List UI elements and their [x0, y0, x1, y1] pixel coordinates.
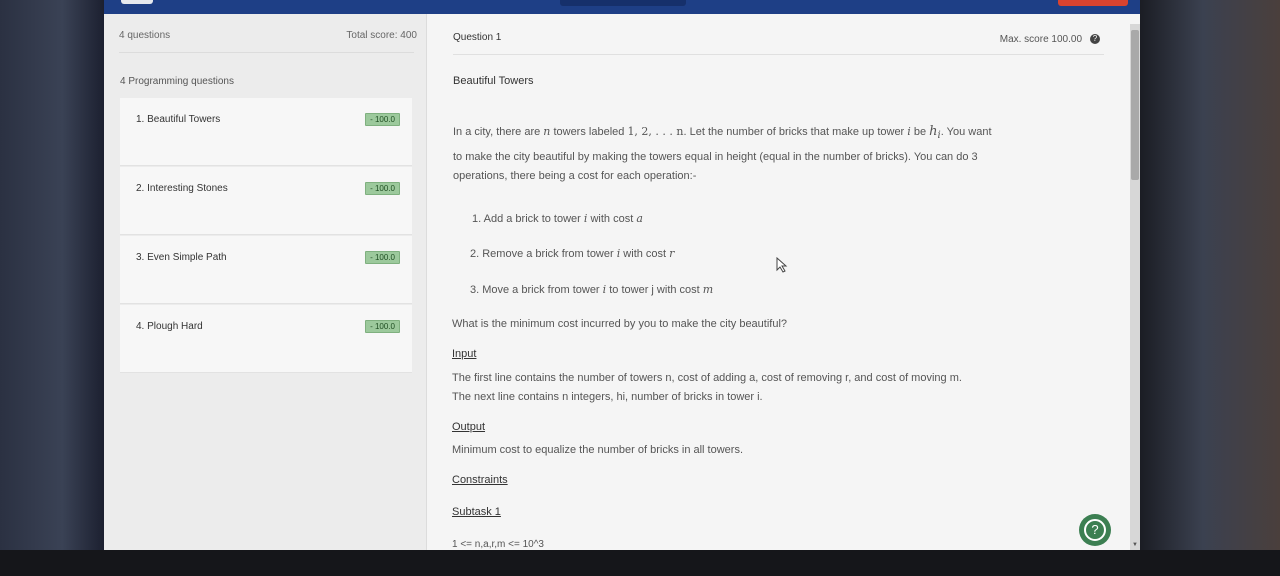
- input-line-2: The next line contains n integers, hi, n…: [452, 391, 763, 403]
- input-heading: Input: [452, 348, 477, 360]
- math-h: h: [929, 124, 938, 139]
- text: be: [910, 126, 930, 138]
- divider: [453, 54, 1104, 55]
- score-badge: - 100.0: [365, 182, 400, 195]
- text: In a city, there are: [453, 126, 544, 138]
- question-label: 2. Interesting Stones: [136, 183, 228, 194]
- info-icon[interactable]: ?: [1090, 34, 1100, 44]
- math-labels: 1, 2, . . . n: [627, 125, 684, 138]
- output-line: Minimum cost to equalize the number of b…: [452, 444, 744, 456]
- question-item-3[interactable]: 3. Even Simple Path - 100.0: [120, 236, 412, 304]
- background-bottom: [0, 550, 1280, 576]
- questions-count: 4 questions: [119, 30, 171, 41]
- text: towers labeled: [550, 126, 628, 138]
- text: with cost: [620, 248, 670, 260]
- operation-2: 2. Remove a brick from tower i with cost…: [470, 247, 674, 260]
- max-score: Max. score 100.00: [999, 34, 1082, 45]
- text: . Let the number of bricks that make up …: [683, 126, 908, 138]
- question-item-2[interactable]: 2. Interesting Stones - 100.0: [120, 167, 412, 235]
- background-right: [1140, 0, 1280, 576]
- divider: [119, 52, 414, 53]
- question-mark-icon: ?: [1084, 519, 1106, 541]
- text: 2. Remove a brick from tower: [470, 248, 617, 260]
- question-label: 3. Even Simple Path: [136, 252, 227, 263]
- question-list: 1. Beautiful Towers - 100.0 2. Interesti…: [120, 98, 412, 374]
- problem-line-2: to make the city beautiful by making the…: [453, 151, 978, 163]
- text: . You want: [940, 126, 992, 138]
- problem-intro: In a city, there are n towers labeled 1,…: [453, 124, 992, 141]
- mouse-cursor-icon: [776, 257, 788, 273]
- scrollbar-thumb[interactable]: [1131, 30, 1139, 180]
- operation-1: 1. Add a brick to tower i with cost a: [472, 212, 643, 225]
- math-r: r: [669, 247, 675, 260]
- test-screen: 4 questions Total score: 400 4 Programmi…: [104, 14, 1140, 550]
- subtask-heading: Subtask 1: [452, 506, 501, 518]
- question-label: 1. Beautiful Towers: [136, 114, 221, 125]
- scroll-down-icon[interactable]: ▼: [1132, 542, 1138, 548]
- text: 1. Add a brick to tower: [472, 213, 584, 225]
- question-number: Question 1: [453, 32, 502, 43]
- question-item-1[interactable]: 1. Beautiful Towers - 100.0: [120, 98, 412, 166]
- section-label: 4 Programming questions: [120, 76, 234, 87]
- scrollbar[interactable]: ▼: [1130, 24, 1140, 550]
- question-panel: Question 1 Max. score 100.00 ? Beautiful…: [427, 14, 1140, 550]
- text: with cost: [587, 213, 637, 225]
- end-test-button[interactable]: [1058, 0, 1128, 6]
- constraints-heading: Constraints: [452, 474, 508, 486]
- total-score: Total score: 400: [346, 30, 417, 41]
- question-title: Beautiful Towers: [453, 75, 534, 87]
- background-left: [0, 0, 104, 576]
- menu-button[interactable]: [121, 0, 153, 4]
- question-label: 4. Plough Hard: [136, 321, 203, 332]
- question-prompt: What is the minimum cost incurred by you…: [452, 318, 788, 330]
- operation-3: 3. Move a brick from tower i to tower j …: [470, 283, 713, 296]
- output-heading: Output: [452, 421, 486, 433]
- score-badge: - 100.0: [365, 251, 400, 264]
- input-line-1: The first line contains the number of to…: [452, 372, 962, 384]
- question-item-4[interactable]: 4. Plough Hard - 100.0: [120, 305, 412, 373]
- top-navigation-bar: [104, 0, 1140, 14]
- question-summary: 4 questions Total score: 400: [119, 30, 417, 41]
- title-tab: [560, 0, 686, 6]
- score-badge: - 100.0: [365, 113, 400, 126]
- text: 3. Move a brick from tower: [470, 284, 603, 296]
- problem-line-3: operations, there being a cost for each …: [453, 170, 697, 182]
- math-m: m: [702, 283, 714, 296]
- math-a: a: [636, 212, 643, 225]
- score-badge: - 100.0: [365, 320, 400, 333]
- text: to tower j with cost: [606, 284, 703, 296]
- help-button[interactable]: ?: [1079, 514, 1111, 546]
- question-list-panel: 4 questions Total score: 400 4 Programmi…: [104, 14, 427, 550]
- subtask-constraint: 1 <= n,a,r,m <= 10^3: [452, 539, 544, 550]
